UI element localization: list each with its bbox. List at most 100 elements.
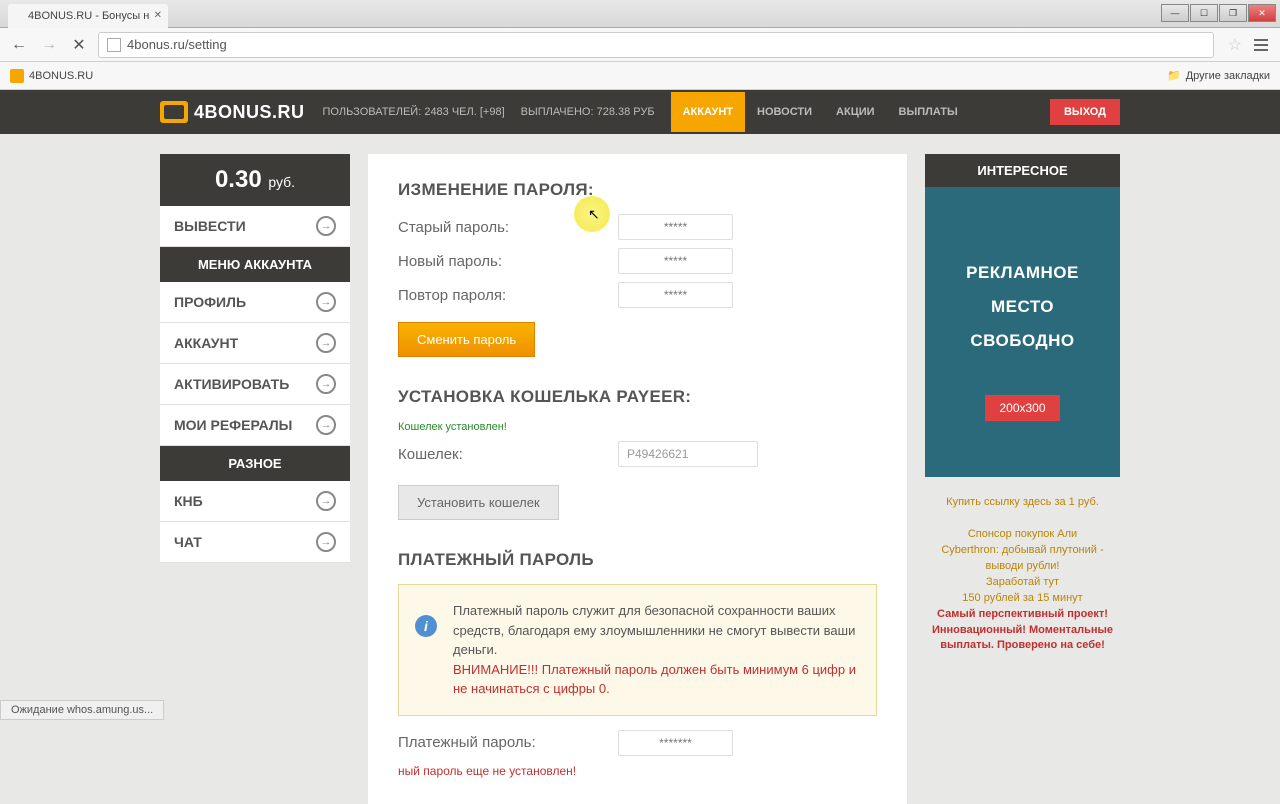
- arrow-right-icon: →: [316, 216, 336, 236]
- arrow-right-icon: →: [316, 491, 336, 511]
- page-body: 0.30 руб. ВЫВЕСТИ → МЕНЮ АККАУНТА ПРОФИЛ…: [0, 134, 1280, 804]
- ad-size-label: 200x300: [985, 395, 1059, 421]
- logo-icon: [160, 101, 188, 123]
- sidebar-item-label: МОИ РЕФЕРАЛЫ: [174, 417, 292, 433]
- wallet-label: Кошелек:: [398, 446, 618, 463]
- repeat-password-label: Повтор пароля:: [398, 287, 618, 304]
- sidebar-header-account: МЕНЮ АККАУНТА: [160, 247, 350, 282]
- other-bookmarks[interactable]: 📁 Другие закладки: [1167, 69, 1270, 82]
- window-controls: — ☐ ❐ ✕: [1161, 4, 1276, 22]
- sidebar-left: 0.30 руб. ВЫВЕСТИ → МЕНЮ АККАУНТА ПРОФИЛ…: [160, 154, 350, 804]
- sidebar-item-label: ЧАТ: [174, 534, 202, 550]
- sidebar-item-label: АКТИВИРОВАТЬ: [174, 376, 289, 392]
- bookmark-favicon: [10, 69, 24, 83]
- tab-close-icon[interactable]: ✕: [154, 10, 162, 21]
- sidebar-item-label: КНБ: [174, 493, 203, 509]
- other-bookmarks-label: Другие закладки: [1186, 70, 1270, 82]
- ad-block[interactable]: РЕКЛАМНОЕ МЕСТО СВОБОДНО 200x300: [925, 187, 1120, 477]
- ads-header: ИНТЕРЕСНОЕ: [925, 154, 1120, 187]
- sidebar-item-account[interactable]: АККАУНТ →: [160, 323, 350, 364]
- page-icon: [107, 38, 121, 52]
- ad-link[interactable]: 150 рублей за 15 минут: [925, 591, 1120, 607]
- browser-menu-icon[interactable]: [1250, 39, 1272, 51]
- main-content: ИЗМЕНЕНИЕ ПАРОЛЯ: Старый пароль: Новый п…: [368, 154, 907, 804]
- ad-link[interactable]: Самый перспективный проект! Инновационны…: [925, 607, 1120, 655]
- balance-currency: руб.: [268, 174, 295, 190]
- paid-stat: ВЫПЛАЧЕНО: 728.38 РУБ: [521, 106, 655, 118]
- old-password-input[interactable]: [618, 214, 733, 240]
- sidebar-item-label: АККАУНТ: [174, 335, 238, 351]
- ad-link[interactable]: Купить ссылку здесь за 1 руб.: [925, 495, 1120, 511]
- repeat-password-input[interactable]: [618, 282, 733, 308]
- ad-line-3: СВОБОДНО: [970, 331, 1074, 351]
- info-icon: i: [415, 615, 437, 637]
- arrow-right-icon: →: [316, 333, 336, 353]
- bookmark-bar: 4BONUS.RU 📁 Другие закладки: [0, 62, 1280, 90]
- ad-link[interactable]: Cyberthron: добывай плутоний - выводи ру…: [925, 543, 1120, 575]
- logo-text: 4BONUS.RU: [194, 102, 305, 123]
- arrow-right-icon: →: [316, 292, 336, 312]
- address-bar[interactable]: 4bonus.ru/setting: [98, 32, 1214, 58]
- payment-not-set-msg: ный пароль еще не установлен!: [398, 764, 877, 778]
- info-box: i Платежный пароль служит для безопасной…: [398, 584, 877, 716]
- sidebar-item-label: ВЫВЕСТИ: [174, 218, 246, 234]
- arrow-right-icon: →: [316, 415, 336, 435]
- wallet-input[interactable]: [618, 441, 758, 467]
- wallet-title: УСТАНОВКА КОШЕЛЬКА PAYEER:: [398, 387, 877, 407]
- users-stat: ПОЛЬЗОВАТЕЛЕЙ: 2483 ЧЕЛ. [+98]: [323, 106, 505, 118]
- new-password-label: Новый пароль:: [398, 253, 618, 270]
- ad-link[interactable]: Спонсор покупок Али: [925, 527, 1120, 543]
- site-header: 4BONUS.RU ПОЛЬЗОВАТЕЛЕЙ: 2483 ЧЕЛ. [+98]…: [0, 90, 1280, 134]
- sidebar-withdraw[interactable]: ВЫВЕСТИ →: [160, 206, 350, 247]
- arrow-right-icon: →: [316, 532, 336, 552]
- nav-account[interactable]: АККАУНТ: [671, 92, 745, 132]
- folder-icon: 📁: [1167, 69, 1181, 82]
- ad-link[interactable]: Заработай тут: [925, 575, 1120, 591]
- change-password-button[interactable]: Сменить пароль: [398, 322, 535, 357]
- set-wallet-button[interactable]: Установить кошелек: [398, 485, 559, 520]
- payment-password-label: Платежный пароль:: [398, 734, 618, 751]
- logout-button[interactable]: ВЫХОД: [1050, 99, 1120, 125]
- window-restore-icon[interactable]: ❐: [1219, 4, 1247, 22]
- password-change-title: ИЗМЕНЕНИЕ ПАРОЛЯ:: [398, 180, 877, 200]
- ad-line-2: МЕСТО: [991, 297, 1054, 317]
- stop-button[interactable]: ✕: [68, 34, 90, 56]
- browser-toolbar: ← → ✕ 4bonus.ru/setting ☆: [0, 28, 1280, 62]
- window-close-icon[interactable]: ✕: [1248, 4, 1276, 22]
- sidebar-item-label: ПРОФИЛЬ: [174, 294, 246, 310]
- wallet-success-msg: Кошелек установлен!: [398, 421, 877, 433]
- nav-payouts[interactable]: ВЫПЛАТЫ: [887, 92, 970, 132]
- sidebar-item-profile[interactable]: ПРОФИЛЬ →: [160, 282, 350, 323]
- tab-strip: 4BONUS.RU - Бонусы н ✕: [0, 0, 170, 28]
- forward-button[interactable]: →: [38, 34, 60, 56]
- site-logo[interactable]: 4BONUS.RU: [160, 101, 305, 123]
- nav-news[interactable]: НОВОСТИ: [745, 92, 824, 132]
- balance-value: 0.30: [215, 166, 262, 193]
- nav-promo[interactable]: АКЦИИ: [824, 92, 887, 132]
- url-text: 4bonus.ru/setting: [127, 37, 227, 52]
- new-password-input[interactable]: [618, 248, 733, 274]
- sidebar-item-chat[interactable]: ЧАТ →: [160, 522, 350, 563]
- bookmark-item[interactable]: 4BONUS.RU: [10, 69, 93, 83]
- payment-password-input[interactable]: [618, 730, 733, 756]
- bookmark-star-icon[interactable]: ☆: [1228, 35, 1242, 55]
- window-minimize-icon[interactable]: —: [1161, 4, 1189, 22]
- balance-box: 0.30 руб.: [160, 154, 350, 206]
- window-maximize-icon[interactable]: ☐: [1190, 4, 1218, 22]
- sidebar-item-activate[interactable]: АКТИВИРОВАТЬ →: [160, 364, 350, 405]
- sidebar-item-referrals[interactable]: МОИ РЕФЕРАЛЫ →: [160, 405, 350, 446]
- window-titlebar: 4BONUS.RU - Бонусы н ✕ — ☐ ❐ ✕: [0, 0, 1280, 28]
- tab-title-text: 4BONUS.RU - Бонусы н: [28, 10, 149, 22]
- sidebar-item-knb[interactable]: КНБ →: [160, 481, 350, 522]
- arrow-right-icon: →: [316, 374, 336, 394]
- cursor-arrow-icon: ↖: [588, 206, 600, 223]
- status-bar: Ожидание whos.amung.us...: [0, 700, 164, 720]
- ad-line-1: РЕКЛАМНОЕ: [966, 263, 1079, 283]
- warning-text: ВНИМАНИЕ!!! Платежный пароль должен быть…: [453, 662, 856, 697]
- ad-links: Купить ссылку здесь за 1 руб. Спонсор по…: [925, 495, 1120, 654]
- browser-tab[interactable]: 4BONUS.RU - Бонусы н ✕: [8, 4, 168, 28]
- bookmark-label: 4BONUS.RU: [29, 70, 93, 82]
- back-button[interactable]: ←: [8, 34, 30, 56]
- sidebar-header-misc: РАЗНОЕ: [160, 446, 350, 481]
- info-text: Платежный пароль служит для безопасной с…: [453, 603, 855, 657]
